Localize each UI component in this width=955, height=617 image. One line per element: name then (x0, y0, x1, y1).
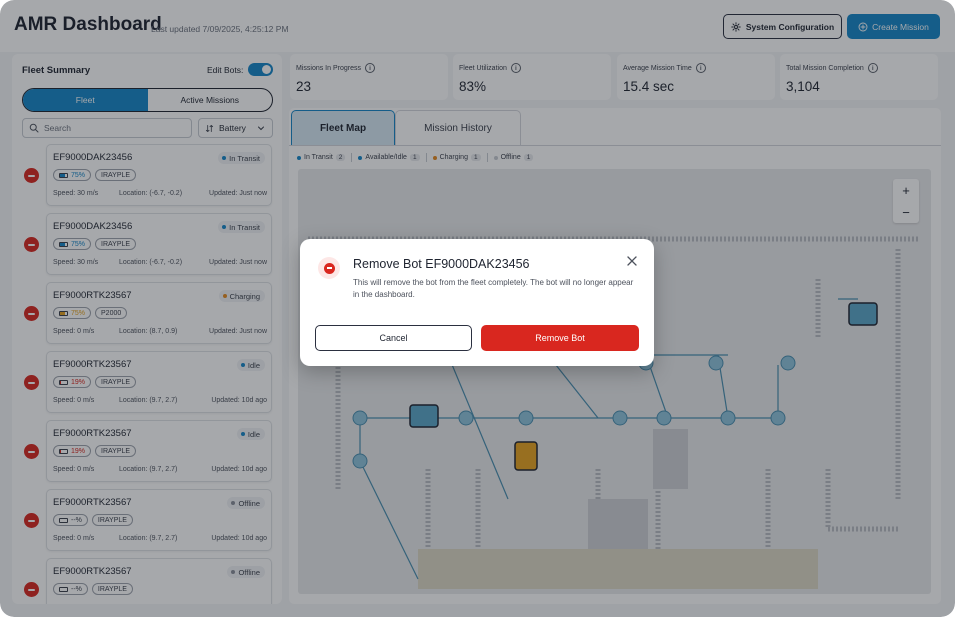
close-icon[interactable] (626, 255, 638, 267)
dialog-message: This will remove the bot from the fleet … (353, 278, 634, 299)
remove-bot-dialog: Remove Bot EF9000DAK23456 This will remo… (300, 239, 654, 366)
remove-warning-icon (318, 257, 340, 279)
dialog-title: Remove Bot EF9000DAK23456 (353, 257, 530, 271)
remove-bot-button[interactable]: Remove Bot (481, 325, 639, 351)
app-window: AMR Dashboard Last updated 7/09/2025, 4:… (0, 0, 955, 617)
cancel-button[interactable]: Cancel (315, 325, 472, 351)
